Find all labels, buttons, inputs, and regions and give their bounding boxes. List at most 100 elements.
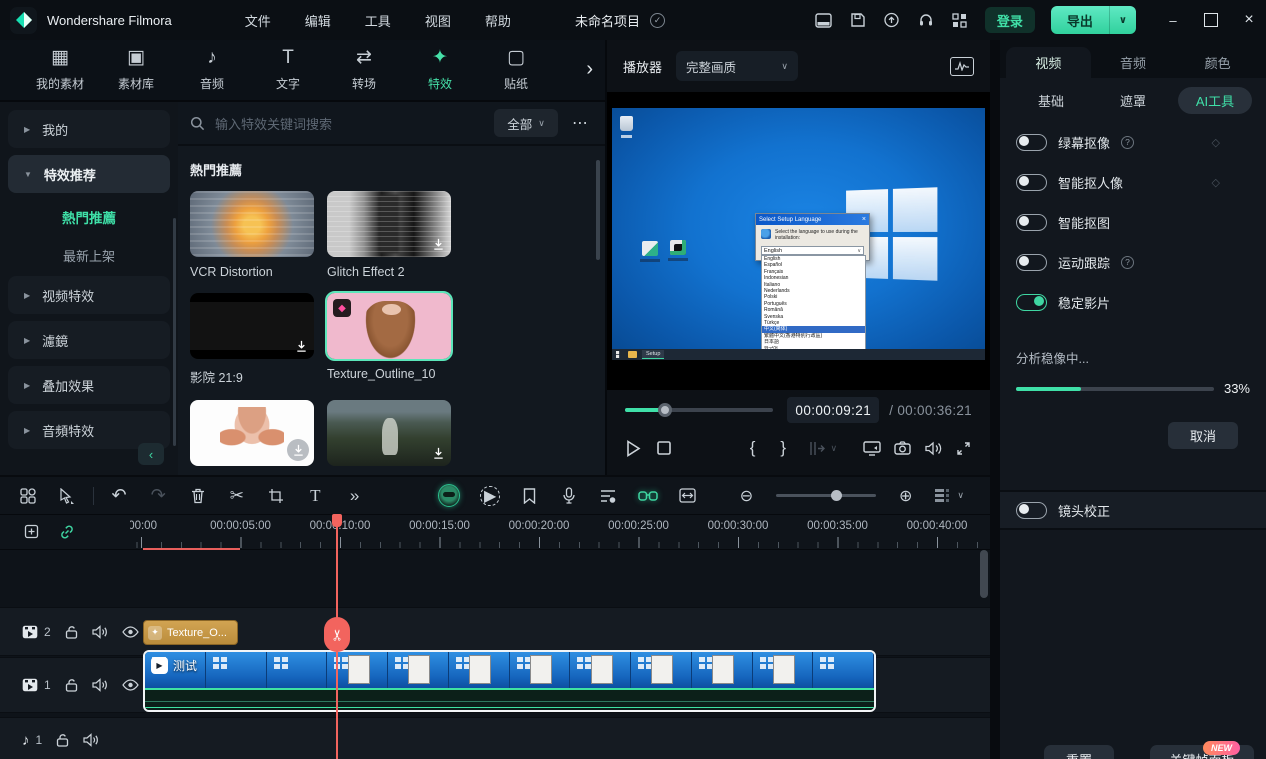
seek-handle[interactable] (658, 403, 672, 417)
volume-button[interactable] (923, 437, 944, 459)
media-tab-音频[interactable]: ♪音频 (176, 48, 248, 92)
playhead-head[interactable] (332, 514, 342, 527)
panel-tab-音频[interactable]: 音频 (1091, 47, 1176, 78)
toggle-switch[interactable] (1016, 214, 1047, 231)
current-timecode[interactable]: 00:00:09:21 (787, 397, 879, 423)
effect-thumbnail[interactable]: ◆ (327, 293, 451, 359)
more-options-button[interactable]: ⋯ (568, 113, 593, 133)
undo-icon[interactable]: ↶ (109, 486, 128, 506)
menu-item[interactable]: 编辑 (288, 11, 348, 30)
menu-item[interactable]: 帮助 (468, 11, 528, 30)
mark-in-button[interactable]: { (742, 438, 763, 458)
lock-icon[interactable] (56, 733, 69, 747)
media-tab-转场[interactable]: ⇄转场 (328, 48, 400, 92)
media-tab-素材库[interactable]: ▣素材库 (100, 48, 172, 92)
track-audio-1[interactable]: ♪ 1 (0, 717, 990, 759)
layout-panel-icon[interactable] (815, 11, 833, 29)
effect-thumbnail[interactable] (327, 400, 451, 466)
menu-item[interactable]: 视图 (408, 11, 468, 30)
crop-icon[interactable] (266, 486, 285, 506)
more-tools-icon[interactable]: » (345, 486, 364, 506)
save-icon[interactable] (849, 11, 867, 29)
panel-subtab-遮罩[interactable]: 遮罩 (1096, 87, 1170, 114)
toggle-switch[interactable] (1016, 174, 1047, 191)
effect-card[interactable]: ◆Texture_Outline_10 (327, 293, 451, 386)
select-tool-icon[interactable] (57, 486, 76, 506)
cancel-button[interactable]: 取消 (1168, 422, 1238, 449)
render-preview-icon[interactable]: ▶ (480, 486, 499, 506)
effect-thumbnail[interactable] (327, 191, 451, 257)
export-button[interactable]: 导出 ∨ (1051, 6, 1136, 34)
split-chevron-icon[interactable]: ∨ (828, 437, 839, 459)
zoom-in-icon[interactable]: ⊕ (896, 486, 915, 506)
mute-speaker-icon[interactable] (92, 625, 108, 639)
sidebar-subitem[interactable]: 熱門推薦 (8, 200, 170, 234)
voiceover-mic-icon[interactable] (559, 486, 578, 506)
download-icon[interactable] (287, 439, 309, 461)
lock-icon[interactable] (65, 678, 78, 692)
clip-test-video[interactable]: ▶测试 (143, 650, 876, 712)
media-tab-我的素材[interactable]: ▦我的素材 (24, 48, 96, 92)
reset-button[interactable]: 重置 (1044, 745, 1114, 759)
mute-speaker-icon[interactable] (92, 678, 108, 692)
filter-all-dropdown[interactable]: 全部 ∨ (494, 109, 558, 137)
sidebar-item[interactable]: ▶叠加效果 (8, 366, 170, 404)
menu-item[interactable]: 文件 (228, 11, 288, 30)
track-height-button[interactable]: ∨ (935, 488, 964, 504)
effect-card[interactable]: Glitch Effect 2 (327, 191, 451, 279)
lens-correction-toggle[interactable] (1016, 502, 1047, 519)
lock-icon[interactable] (65, 625, 78, 639)
timeline-ruler[interactable]: :00:0000:00:05:0000:00:10:0000:00:15:000… (0, 514, 990, 550)
auto-ripple-link-icon[interactable] (58, 523, 76, 541)
mute-speaker-icon[interactable] (83, 733, 99, 747)
quality-dropdown[interactable]: 完整画质 ∨ (676, 51, 798, 81)
toggle-switch[interactable] (1016, 294, 1047, 311)
seek-bar[interactable] (625, 408, 773, 412)
sidebar-item[interactable]: ▶我的 (8, 110, 170, 148)
collapse-sidebar-button[interactable]: ‹ (138, 443, 164, 465)
timeline-scrollbar[interactable] (980, 550, 988, 598)
expand-tabs-icon[interactable]: › (586, 58, 593, 81)
sidebar-subitem[interactable]: 最新上架 (8, 238, 170, 272)
export-label[interactable]: 导出 (1051, 6, 1109, 34)
apps-grid-icon[interactable] (951, 11, 969, 29)
mark-out-button[interactable]: } (773, 438, 794, 458)
effect-card[interactable]: 影院 21:9 (190, 293, 314, 386)
media-tab-文字[interactable]: T文字 (252, 48, 324, 92)
snapshot-camera-button[interactable] (892, 437, 913, 459)
download-icon[interactable] (432, 447, 445, 460)
display-output-button[interactable] (861, 437, 882, 459)
panel-tab-颜色[interactable]: 颜色 (1175, 47, 1260, 78)
text-tool-icon[interactable]: T (306, 486, 325, 506)
hide-eye-icon[interactable] (122, 626, 139, 638)
effect-thumbnail[interactable] (190, 400, 314, 466)
zoom-slider-handle[interactable] (831, 490, 842, 501)
sidebar-scrollbar[interactable] (173, 218, 176, 446)
timeline-zoom-slider[interactable] (776, 494, 876, 497)
fullscreen-button[interactable] (953, 437, 974, 459)
help-icon[interactable]: ? (1121, 256, 1134, 269)
ar-glasses-icon[interactable] (638, 486, 658, 506)
sidebar-item[interactable]: ▶濾鏡 (8, 321, 170, 359)
effect-card[interactable] (327, 400, 451, 466)
panel-subtab-基础[interactable]: 基础 (1014, 87, 1088, 114)
zoom-out-icon[interactable]: ⊖ (737, 486, 756, 506)
sidebar-item[interactable]: ▶视频特效 (8, 276, 170, 314)
workspace-layout-icon[interactable] (18, 486, 37, 506)
effect-card[interactable] (190, 400, 314, 466)
search-input[interactable]: 输入特效关键词搜索 (215, 114, 484, 133)
menu-item[interactable]: 工具 (348, 11, 408, 30)
playhead[interactable]: ✂ (336, 514, 338, 759)
download-icon[interactable] (432, 238, 445, 251)
minimize-button[interactable]: – (1166, 13, 1180, 27)
close-button[interactable]: × (1242, 13, 1256, 27)
media-tab-贴纸[interactable]: ▢贴纸 (480, 48, 552, 92)
ai-copilot-icon[interactable] (438, 484, 460, 507)
effect-thumbnail[interactable] (190, 293, 314, 359)
marker-icon[interactable] (520, 486, 539, 506)
panel-subtab-AI工具[interactable]: AI工具 (1178, 87, 1252, 114)
add-marker-icon[interactable] (22, 523, 40, 541)
stop-button[interactable] (654, 437, 675, 459)
login-button[interactable]: 登录 (985, 7, 1035, 33)
upload-cloud-icon[interactable] (883, 11, 901, 29)
